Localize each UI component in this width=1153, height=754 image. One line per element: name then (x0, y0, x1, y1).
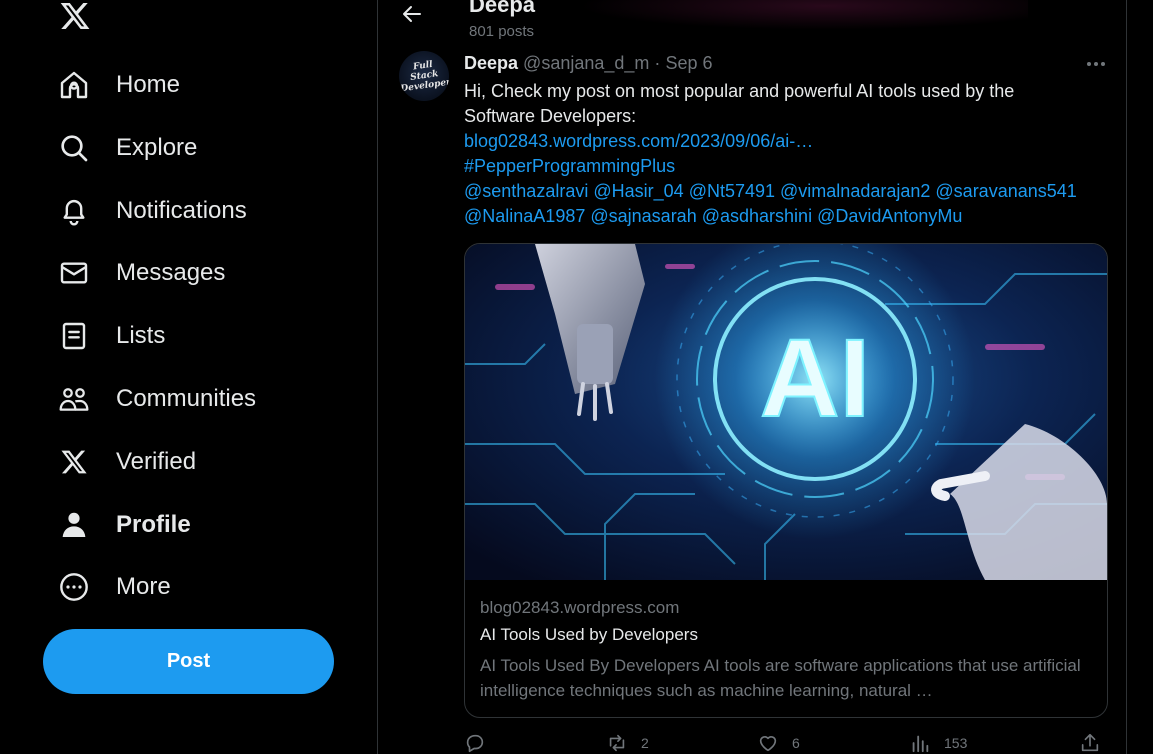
bell-icon (58, 195, 90, 227)
sidebar-item-lists[interactable]: Lists (58, 316, 165, 356)
card-domain: blog02843.wordpress.com (480, 598, 680, 617)
sidebar-item-label: Profile (116, 511, 191, 538)
tweet-author-handle[interactable]: @sanjana_d_m (523, 53, 649, 73)
share-icon (1081, 733, 1099, 752)
sidebar-item-label: Messages (116, 259, 226, 286)
tweet-date[interactable]: Sep 6 (665, 53, 712, 73)
post-button[interactable]: Post (43, 629, 334, 694)
sidebar-item-label: More (116, 573, 171, 600)
sidebar-item-home[interactable]: Home (58, 65, 180, 105)
mention-link[interactable]: @asdharshini (702, 206, 812, 226)
tweet-author-name[interactable]: Deepa (464, 53, 518, 73)
sidebar-item-more[interactable]: More (58, 567, 171, 607)
reply-icon (466, 734, 484, 753)
tweet-separator: · (654, 53, 661, 73)
share-button[interactable] (1079, 732, 1101, 754)
search-icon (58, 132, 90, 164)
card-image: AI (465, 244, 1107, 580)
views-button[interactable]: 153 (909, 732, 967, 754)
more-options-icon[interactable] (1084, 55, 1108, 73)
header-banner-fade (578, 0, 1028, 30)
mention-link[interactable]: @NalinaA1987 (464, 206, 585, 226)
sidebar-item-label: Communities (116, 385, 257, 412)
avatar[interactable]: Full Stack Developer (399, 51, 449, 101)
heart-icon (759, 736, 777, 752)
sidebar-item-label: Lists (116, 322, 166, 349)
mention-link[interactable]: @Hasir_04 (593, 181, 683, 201)
tweet-link[interactable]: blog02843.wordpress.com/2023/09/06/ai-… (464, 131, 813, 151)
sidebar-item-verified[interactable]: Verified (58, 442, 196, 482)
hashtag-link[interactable]: #PepperProgrammingPlus (464, 156, 675, 176)
person-icon (58, 509, 90, 541)
x-logo-icon (58, 446, 90, 478)
x-logo-icon[interactable] (58, 0, 92, 32)
sidebar-item-communities[interactable]: Communities (58, 379, 256, 419)
profile-header-name: Deepa (469, 0, 536, 17)
sidebar-item-notifications[interactable]: Notifications (58, 191, 247, 231)
card-title: AI Tools Used by Developers (480, 625, 698, 644)
tweet-header: Deepa @sanjana_d_m · Sep 6 (464, 53, 712, 74)
avatar-text: Full Stack Developer (399, 59, 449, 95)
card-description: AI Tools Used By Developers AI tools are… (480, 656, 1081, 700)
sidebar-item-messages[interactable]: Messages (58, 253, 225, 293)
sidebar-item-label: Verified (116, 448, 197, 475)
sidebar-nav: Home Explore Notifications Messages List… (0, 0, 377, 754)
mention-link[interactable]: @DavidAntonyMu (817, 206, 962, 226)
views-count: 153 (944, 735, 968, 751)
repost-count: 2 (641, 735, 649, 751)
more-circle-icon (58, 571, 90, 603)
tweet-text-line: Hi, Check my post on most popular and po… (464, 81, 1015, 101)
mention-link[interactable]: @Nt57491 (689, 181, 775, 201)
sidebar-item-profile[interactable]: Profile (58, 505, 191, 545)
mention-link[interactable]: @senthazalravi (464, 181, 588, 201)
sidebar-item-label: Explore (116, 134, 198, 161)
like-count: 6 (792, 735, 800, 751)
sidebar-item-label: Notifications (116, 197, 247, 224)
link-preview-card[interactable]: AI blog02843.wordpress.com AI Tools Used… (464, 243, 1108, 718)
home-icon (58, 69, 90, 101)
repost-icon (609, 734, 625, 752)
back-arrow-icon[interactable] (400, 2, 424, 26)
tweet-text-line: Software Developers: (464, 106, 637, 126)
mention-link[interactable]: @vimalnadarajan2 (780, 181, 930, 201)
envelope-icon (58, 257, 90, 289)
tweet-text: Hi, Check my post on most popular and po… (464, 79, 1104, 229)
list-icon (58, 320, 90, 352)
like-button[interactable]: 6 (757, 732, 800, 754)
card-image-text: AI (760, 317, 870, 440)
sidebar-item-explore[interactable]: Explore (58, 128, 197, 168)
reply-button[interactable] (464, 732, 499, 754)
sidebar-item-label: Home (116, 71, 181, 98)
views-icon (912, 735, 929, 753)
main-column: Deepa 801 posts Full Stack Developer Dee… (377, 0, 1127, 754)
mention-link[interactable]: @saravanans541 (935, 181, 1076, 201)
profile-post-count: 801 posts (469, 23, 535, 40)
people-icon (58, 383, 90, 415)
tweet-actions: 2 6 153 (464, 732, 1114, 754)
mention-link[interactable]: @sajnasarah (590, 206, 696, 226)
repost-button[interactable]: 2 (606, 732, 649, 754)
